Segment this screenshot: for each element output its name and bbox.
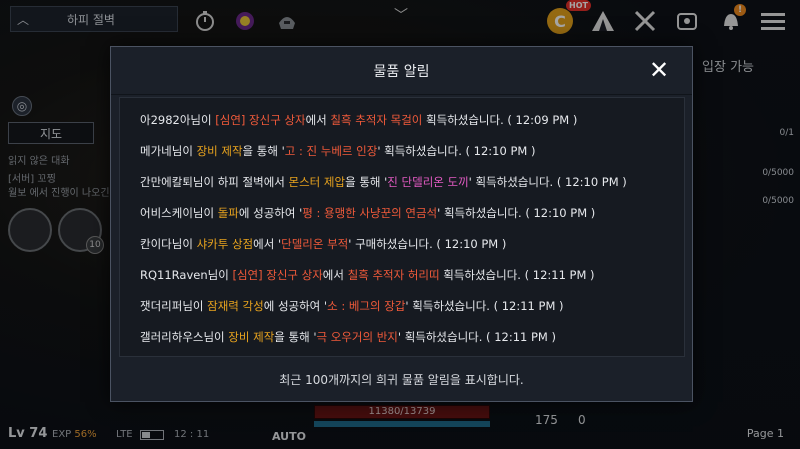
notification-text-segment: 장비 제작 (196, 143, 243, 158)
notification-list[interactable]: 아2982아님이 [심연] 장신구 상자 에서 칠흑 추적자 목걸이 획득하셨습니… (119, 97, 685, 357)
notification-text-segment: 소 : 베그의 장갑 (327, 298, 406, 313)
list-item: RQ11Raven님이 [심연] 장신구 상자 에서 칠흑 추적자 허리띠 획득하… (140, 259, 684, 290)
notification-text-segment: 칠흑 추적자 허리띠 (347, 267, 440, 282)
close-button[interactable]: ✕ (646, 56, 672, 84)
list-item: 아2982아님이 [심연] 장신구 상자 에서 칠흑 추적자 목걸이 획득하셨습니… (140, 104, 684, 135)
dialog-title: 물품 알림 (373, 63, 430, 80)
list-item: 간만에칼퇴님이 하피 절벽에서 몬스터 제압 을 통해 ' 진 단델리온 도끼 ' 획… (140, 166, 684, 197)
dialog-header: 물품 알림 ✕ (111, 47, 692, 95)
notification-text-segment: 샤카투 상점 (196, 236, 254, 251)
notification-text-segment: 메가네님이 (140, 143, 197, 158)
notification-text-segment: [심연] 장신구 상자 (232, 267, 323, 282)
notification-text-segment: 에 성공하여 ' (263, 298, 328, 313)
notification-text-segment: 잠재력 각성 (207, 298, 264, 313)
notification-text-segment: ' 획득하셨습니다. ( 12:10 PM ) (377, 143, 536, 158)
notification-text-segment: 아2982아님이 (140, 112, 216, 127)
notification-text-segment: ' 획득하셨습니다. ( 12:11 PM ) (397, 329, 556, 344)
list-item: 갤러리하우스님이 장비 제작 을 통해 ' 극 오우거의 반지 ' 획득하셨습니다. … (140, 321, 684, 352)
notification-text-segment: 을 통해 ' (242, 143, 285, 158)
notification-text-segment: 을 통해 ' (345, 174, 388, 189)
notification-text-segment: 어비스케이님이 (140, 205, 218, 220)
notification-text-segment: 에서 (322, 267, 348, 282)
notification-text-segment: ' 획득하셨습니다. ( 12:10 PM ) (468, 174, 627, 189)
notification-text-segment: 잿더리퍼님이 (140, 298, 208, 313)
notification-text-segment: ' 구매하셨습니다. ( 12:10 PM ) (348, 236, 507, 251)
notification-text-segment: RQ11Raven님이 (140, 267, 233, 282)
notification-text-segment: 평 : 용맹한 사냥꾼의 연금석 (302, 205, 438, 220)
notification-text-segment: 을 통해 ' (274, 329, 317, 344)
notification-text-segment: 획득하셨습니다. ( 12:09 PM ) (422, 112, 578, 127)
notification-text-segment: 획득하셨습니다. ( 12:11 PM ) (439, 267, 595, 282)
notification-text-segment: 에서 (305, 112, 331, 127)
list-item: 메가네님이 장비 제작 을 통해 ' 고 : 진 누베르 인장 ' 획득하셨습니다. … (140, 135, 684, 166)
notification-text-segment: [심연] 장신구 상자 (215, 112, 306, 127)
notification-text-segment: 칠흑 추적자 목걸이 (330, 112, 423, 127)
notification-text-segment: 단델리온 부적 (281, 236, 349, 251)
notification-text-segment: 칸이다님이 (140, 236, 197, 251)
list-item: 어비스케이님이 돌파 에 성공하여 ' 평 : 용맹한 사냥꾼의 연금석 ' 획득하셨… (140, 197, 684, 228)
notification-text-segment: 진 단델리온 도끼 (387, 174, 469, 189)
notification-text-segment: 에서 ' (253, 236, 282, 251)
notification-text-segment: ' 획득하셨습니다. ( 12:11 PM ) (405, 298, 564, 313)
notification-text-segment: ' 획득하셨습니다. ( 12:10 PM ) (437, 205, 596, 220)
notification-text-segment: 고 : 진 누베르 인장 (284, 143, 378, 158)
notification-text-segment: 간만에칼퇴님이 하피 절벽에서 (140, 174, 289, 189)
notification-text-segment: 돌파 (217, 205, 239, 220)
list-item: 칸이다님이 샤카투 상점 에서 ' 단델리온 부적 ' 구매하셨습니다. ( 12:1… (140, 228, 684, 259)
item-notification-dialog: 물품 알림 ✕ 아2982아님이 [심연] 장신구 상자 에서 칠흑 추적자 목걸… (110, 46, 693, 402)
notification-text-segment: 장비 제작 (228, 329, 275, 344)
notification-text-segment: 갤러리하우스님이 (140, 329, 229, 344)
dialog-footer: 최근 100개까지의 희귀 물품 알림을 표시합니다. (279, 372, 524, 387)
notification-text-segment: 극 오우거의 반지 (316, 329, 398, 344)
list-item: 잿더리퍼님이 잠재력 각성 에 성공하여 ' 소 : 베그의 장갑 ' 획득하셨습니다… (140, 290, 684, 321)
notification-text-segment: 에 성공하여 ' (238, 205, 303, 220)
notification-text-segment: 몬스터 제압 (288, 174, 346, 189)
